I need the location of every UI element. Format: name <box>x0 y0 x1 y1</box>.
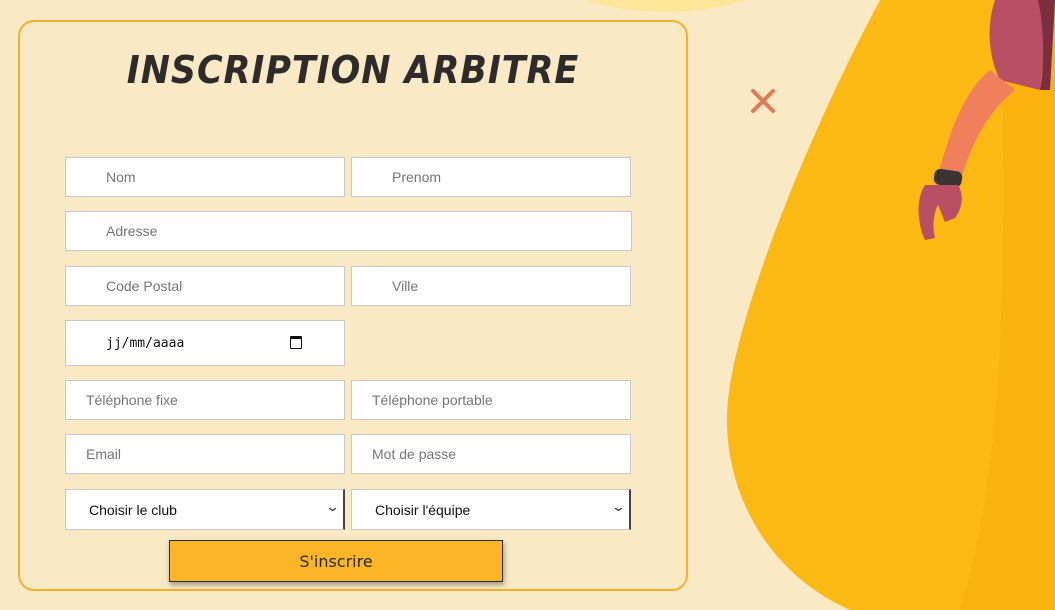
nom-field[interactable] <box>65 157 345 197</box>
code-postal-field[interactable] <box>65 266 345 306</box>
password-field[interactable] <box>351 434 631 474</box>
chevron-down-icon: ⌄ <box>610 500 627 515</box>
tel-portable-field[interactable] <box>351 380 631 420</box>
equipe-select[interactable]: Choisir l'équipe ⌄ <box>351 489 631 530</box>
calendar-icon[interactable] <box>290 336 302 349</box>
club-select[interactable]: Choisir le club ⌄ <box>65 489 345 530</box>
email-field[interactable] <box>65 434 345 474</box>
birthdate-field[interactable]: jj/mm/aaaa <box>65 320 345 366</box>
page-title: INSCRIPTION ARBITRE <box>126 48 580 92</box>
tel-fixe-field[interactable] <box>65 380 345 420</box>
top-circle-decoration <box>584 0 746 12</box>
ville-field[interactable] <box>351 266 631 306</box>
equipe-select-value: Choisir l'équipe <box>375 502 471 518</box>
adresse-field[interactable] <box>65 211 632 251</box>
chevron-down-icon: ⌄ <box>324 500 341 515</box>
close-icon[interactable] <box>747 85 779 117</box>
signup-button[interactable]: S'inscrire <box>169 540 503 582</box>
date-placeholder: jj/mm/aaaa <box>106 336 185 351</box>
prenom-field[interactable] <box>351 157 631 197</box>
club-select-value: Choisir le club <box>89 502 177 518</box>
